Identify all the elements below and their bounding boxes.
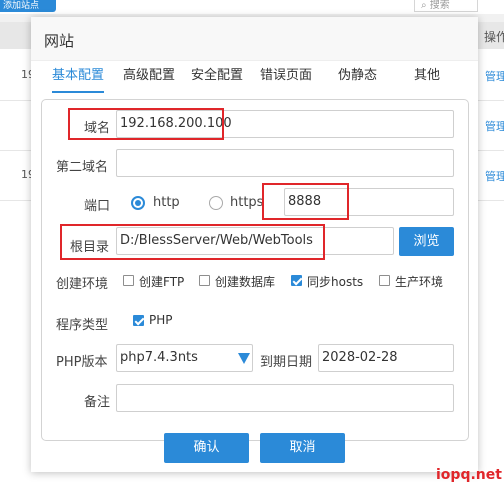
tab-basic[interactable]: 基本配置	[52, 67, 105, 93]
expire-date-label: 到期日期	[260, 355, 313, 370]
http-radio-label: http	[153, 195, 180, 210]
cancel-button[interactable]: 取消	[260, 433, 345, 463]
expire-date-input[interactable]: 2028-02-28	[318, 344, 454, 372]
manage-link[interactable]: 管理	[485, 168, 504, 184]
https-radio-label: https	[230, 195, 264, 210]
create-ftp-label: 创建FTP	[139, 275, 185, 289]
create-ftp-checkbox[interactable]	[123, 275, 134, 286]
https-radio[interactable]	[209, 196, 223, 210]
port-label: 端口	[84, 199, 111, 214]
php-version-label: PHP版本	[56, 355, 108, 370]
tab-bar: 基本配置 高级配置 安全配置 错误页面 伪静态 其他	[45, 67, 465, 93]
remark-label: 备注	[84, 395, 111, 410]
browse-button[interactable]: 浏览	[399, 227, 454, 256]
manage-link[interactable]: 管理	[485, 68, 504, 84]
env-label: 创建环境	[56, 277, 109, 292]
highlight-box-port	[262, 183, 349, 220]
tab-advanced[interactable]: 高级配置	[123, 67, 175, 93]
second-domain-input[interactable]	[116, 149, 454, 177]
sync-hosts-checkbox[interactable]	[291, 275, 302, 286]
highlight-box-root-dir	[60, 224, 325, 260]
search-icon: ⌕	[421, 0, 427, 11]
manage-link[interactable]: 管理	[485, 118, 504, 134]
second-domain-label: 第二域名	[56, 160, 109, 175]
http-radio[interactable]	[131, 196, 145, 210]
php-version-select[interactable]: php7.4.3nts	[116, 344, 253, 372]
php-label: PHP	[149, 313, 173, 327]
search-input[interactable]: ⌕ 搜索	[414, 0, 478, 12]
create-db-label: 创建数据库	[215, 275, 276, 289]
confirm-button[interactable]: 确认	[164, 433, 249, 463]
site-dialog: 网站 基本配置 高级配置 安全配置 错误页面 伪静态 其他 域名 192.168…	[31, 17, 478, 472]
sync-hosts-label: 同步hosts	[307, 275, 364, 289]
chevron-down-icon[interactable]	[238, 353, 250, 364]
ops-column-header: 操作	[484, 30, 504, 44]
tab-error-pages[interactable]: 错误页面	[260, 67, 312, 93]
dialog-title: 网站	[44, 32, 75, 50]
tab-security[interactable]: 安全配置	[191, 67, 243, 93]
tab-rewrite[interactable]: 伪静态	[338, 67, 377, 93]
production-env-checkbox[interactable]	[379, 275, 390, 286]
dialog-header: 网站	[31, 17, 478, 61]
tab-other[interactable]: 其他	[414, 67, 440, 93]
program-type-label: 程序类型	[56, 318, 109, 333]
highlight-box-domain	[68, 108, 224, 140]
production-env-label: 生产环境	[395, 275, 444, 289]
create-db-checkbox[interactable]	[199, 275, 210, 286]
search-placeholder: 搜索	[429, 0, 450, 11]
add-site-button[interactable]: 添加站点	[0, 0, 56, 12]
watermark: iopq.net	[436, 467, 502, 483]
php-checkbox[interactable]	[133, 315, 144, 326]
remark-input[interactable]	[116, 384, 454, 412]
